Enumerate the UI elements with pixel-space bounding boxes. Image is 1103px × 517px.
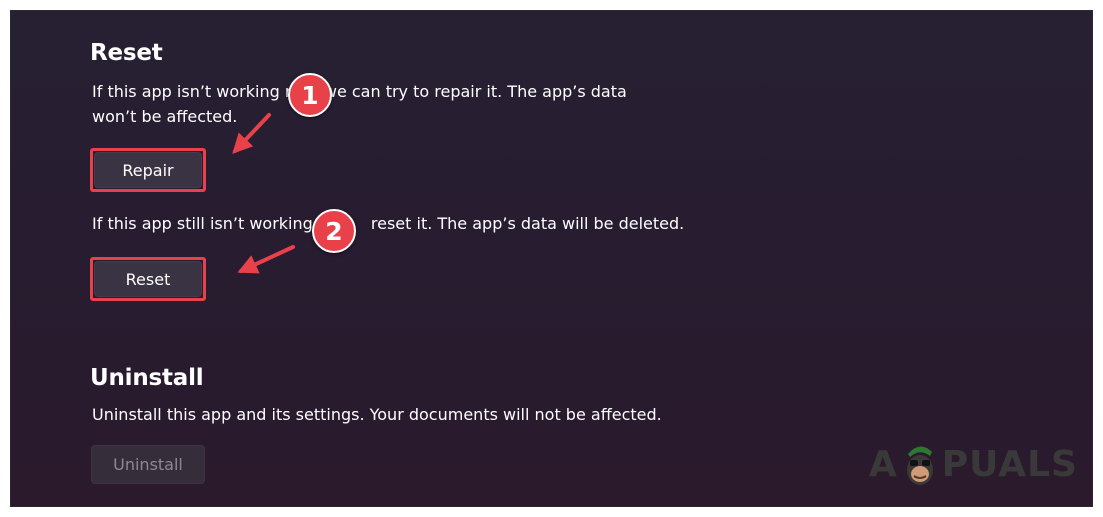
step-2-badge: 2 xyxy=(312,209,356,253)
watermark-text-right: PUALS xyxy=(941,443,1078,485)
uninstall-button[interactable]: Uninstall xyxy=(91,445,205,484)
appuals-watermark: A PUALS xyxy=(869,440,1078,488)
app-settings-panel: Reset If this app isn’t working ri we can… xyxy=(10,10,1093,507)
annotation-arrows xyxy=(232,113,295,274)
uninstall-description: Uninstall this app and its settings. You… xyxy=(92,405,662,424)
uninstall-heading: Uninstall xyxy=(90,365,204,391)
step-1-badge: 1 xyxy=(288,73,332,117)
arrow-to-reset xyxy=(237,245,295,274)
arrow-to-repair xyxy=(232,113,271,154)
watermark-text-left: A xyxy=(868,443,898,485)
mascot-logo-icon xyxy=(906,446,933,485)
